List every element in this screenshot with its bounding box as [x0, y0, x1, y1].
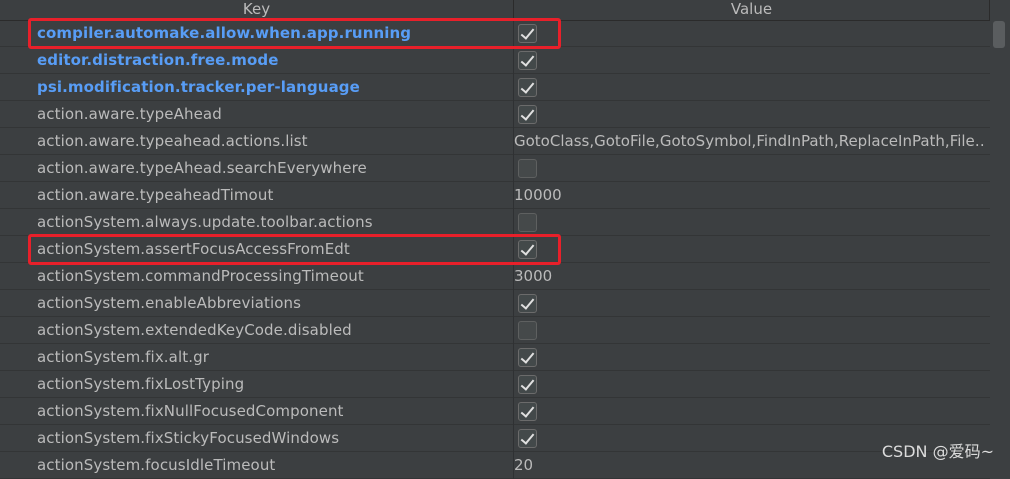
checked-checkbox[interactable] — [518, 105, 537, 124]
key-column-header[interactable]: Key — [0, 0, 514, 20]
registry-key: actionSystem.enableAbbreviations — [37, 294, 302, 312]
checked-checkbox[interactable] — [518, 51, 537, 70]
scrollbar-thumb[interactable] — [993, 21, 1005, 48]
registry-key: action.aware.typeAhead.searchEverywhere — [37, 159, 367, 177]
table-row[interactable]: actionSystem.always.update.toolbar.actio… — [0, 209, 990, 236]
registry-key: actionSystem.fix.alt.gr — [37, 348, 209, 366]
checked-checkbox[interactable] — [518, 429, 537, 448]
unchecked-checkbox[interactable] — [518, 321, 537, 340]
checked-checkbox[interactable] — [518, 294, 537, 313]
table-row[interactable]: actionSystem.fixLostTyping — [0, 371, 990, 398]
registry-key: actionSystem.extendedKeyCode.disabled — [37, 321, 352, 339]
registry-key: psi.modification.tracker.per-language — [37, 78, 360, 96]
unchecked-checkbox[interactable] — [518, 213, 537, 232]
registry-key: actionSystem.fixNullFocusedComponent — [37, 402, 344, 420]
highlight-box — [28, 18, 561, 49]
table-row[interactable]: actionSystem.fixNullFocusedComponent — [0, 398, 990, 425]
table-row[interactable]: actionSystem.fixStickyFocusedWindows — [0, 425, 990, 452]
registry-key: actionSystem.always.update.toolbar.actio… — [37, 213, 373, 231]
registry-key: actionSystem.fixStickyFocusedWindows — [37, 429, 340, 447]
registry-key: editor.distraction.free.mode — [37, 51, 279, 69]
unchecked-checkbox[interactable] — [518, 159, 537, 178]
registry-value[interactable]: 10000 — [514, 182, 984, 209]
registry-key: action.aware.typeaheadTimout — [37, 186, 274, 204]
table-row[interactable]: psi.modification.tracker.per-language — [0, 74, 990, 101]
table-row[interactable]: action.aware.typeahead.actions.list GotoC… — [0, 128, 990, 155]
table-row[interactable]: action.aware.typeaheadTimout 10000 — [0, 182, 990, 209]
registry-key: actionSystem.fixLostTyping — [37, 375, 245, 393]
highlight-box — [28, 234, 561, 265]
table-row[interactable]: actionSystem.extendedKeyCode.disabled — [0, 317, 990, 344]
registry-key: actionSystem.focusIdleTimeout — [37, 456, 276, 474]
registry-key: actionSystem.commandProcessingTimeout — [37, 267, 364, 285]
checked-checkbox[interactable] — [518, 375, 537, 394]
vertical-scrollbar[interactable] — [990, 20, 1010, 469]
table-row[interactable]: actionSystem.enableAbbreviations — [0, 290, 990, 317]
table-row[interactable]: actionSystem.commandProcessingTimeout 300… — [0, 263, 990, 290]
checked-checkbox[interactable] — [518, 402, 537, 421]
registry-value[interactable]: 3000 — [514, 263, 984, 290]
table-row[interactable]: actionSystem.focusIdleTimeout 20 — [0, 452, 990, 479]
registry-value[interactable]: GotoClass,GotoFile,GotoSymbol,FindInPath… — [514, 128, 984, 155]
watermark: CSDN @爱码~ — [881, 442, 994, 461]
registry-key: action.aware.typeahead.actions.list — [37, 132, 308, 150]
table-row[interactable]: editor.distraction.free.mode — [0, 47, 990, 74]
checked-checkbox[interactable] — [518, 348, 537, 367]
checked-checkbox[interactable] — [518, 78, 537, 97]
table-row[interactable]: action.aware.typeAhead — [0, 101, 990, 128]
registry-key: action.aware.typeAhead — [37, 105, 222, 123]
table-row[interactable]: action.aware.typeAhead.searchEverywhere — [0, 155, 990, 182]
table-row[interactable]: actionSystem.fix.alt.gr — [0, 344, 990, 371]
header-corner — [990, 0, 1010, 20]
value-column-header[interactable]: Value — [514, 0, 990, 20]
